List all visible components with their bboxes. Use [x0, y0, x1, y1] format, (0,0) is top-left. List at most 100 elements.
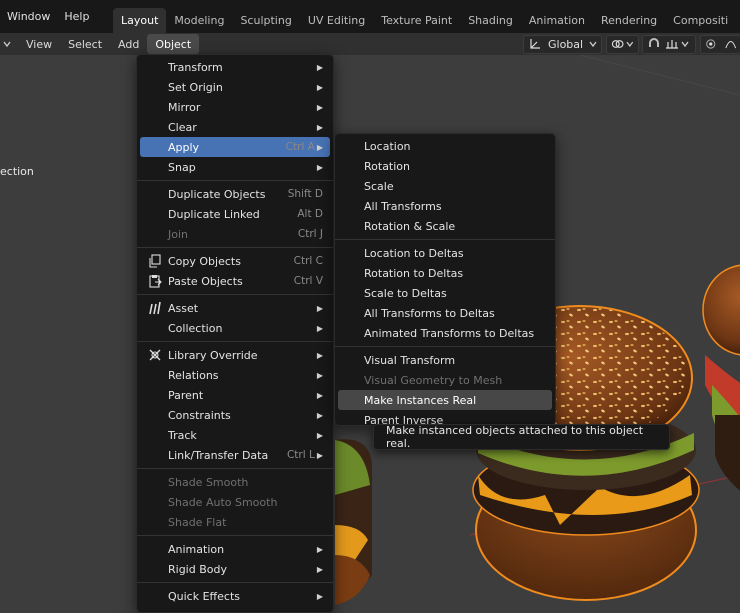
menu-separator [137, 535, 333, 536]
object-menu-item-parent[interactable]: Parent ▶ [137, 385, 333, 405]
object-menu-item-paste-objects[interactable]: Paste Objects Ctrl V [137, 271, 333, 291]
menu-item-label: Location to Deltas [364, 246, 464, 260]
menu-item-label: Paste Objects [168, 274, 243, 288]
apply-menu-item-make-instances-real[interactable]: Make Instances Real [338, 390, 552, 410]
apply-menu-item-location-to-deltas[interactable]: Location to Deltas [335, 243, 555, 263]
menu-item-shortcut: Alt D [297, 208, 323, 220]
object-menu-item-animation[interactable]: Animation ▶ [137, 539, 333, 559]
object-menu-item-shade-flat: Shade Flat [137, 512, 333, 532]
object-menu-item-snap[interactable]: Snap ▶ [137, 157, 333, 177]
asset-icon [148, 301, 162, 315]
object-menu-item-rigid-body[interactable]: Rigid Body ▶ [137, 559, 333, 579]
snap-increment-icon [666, 40, 678, 49]
menu-item-label: Transform [168, 60, 223, 74]
menu-item-label: Apply [168, 140, 200, 154]
menu-item-label: Relations [168, 368, 219, 382]
menu-add[interactable]: Add [110, 34, 147, 54]
tab-uv-editing[interactable]: UV Editing [300, 8, 373, 33]
proportional-editing-toggle[interactable] [700, 33, 740, 55]
object-menu-item-copy-objects[interactable]: Copy Objects Ctrl C [137, 251, 333, 271]
menu-item-shortcut: Ctrl A [285, 141, 315, 153]
tab-shading[interactable]: Shading [460, 8, 521, 33]
menu-item-label: Duplicate Linked [168, 207, 260, 221]
object-menu-item-duplicate-objects[interactable]: Duplicate Objects Shift D [137, 184, 333, 204]
menu-item-label: Location [364, 139, 411, 153]
object-menu-item-set-origin[interactable]: Set Origin ▶ [137, 77, 333, 97]
tab-sculpting[interactable]: Sculpting [232, 8, 299, 33]
menu-select[interactable]: Select [60, 34, 110, 54]
menu-separator [137, 294, 333, 295]
menu-help[interactable]: Help [57, 0, 96, 33]
menu-item-label: Scale [364, 179, 394, 193]
object-menu-item-duplicate-linked[interactable]: Duplicate Linked Alt D [137, 204, 333, 224]
left-burger [335, 439, 372, 605]
menu-item-shortcut: Ctrl L [286, 449, 315, 461]
object-menu-item-link-transfer-data[interactable]: Link/Transfer Data Ctrl L ▶ [137, 445, 333, 465]
chevron-down-icon [589, 41, 597, 48]
object-menu-item-track[interactable]: Track ▶ [137, 425, 333, 445]
tab-compositing[interactable]: Compositi [665, 8, 736, 33]
menu-item-label: Shade Smooth [168, 475, 249, 489]
snapping-controls[interactable] [642, 33, 696, 55]
pivot-point-dropdown[interactable] [606, 33, 639, 55]
object-menu-item-apply[interactable]: Apply Ctrl A ▶ [140, 137, 330, 157]
object-menu-item-collection[interactable]: Collection ▶ [137, 318, 333, 338]
apply-menu-item-location[interactable]: Location [335, 136, 555, 156]
menu-item-label: Link/Transfer Data [168, 448, 269, 462]
menu-item-label: Snap [168, 160, 196, 174]
apply-menu-item-all-transforms-to-deltas[interactable]: All Transforms to Deltas [335, 303, 555, 323]
submenu-arrow-icon: ▶ [316, 162, 323, 172]
object-menu-item-shade-smooth: Shade Smooth [137, 472, 333, 492]
menu-view[interactable]: View [18, 34, 60, 54]
object-menu-item-asset[interactable]: Asset ▶ [137, 298, 333, 318]
object-menu-item-library-override[interactable]: Library Override ▶ [137, 345, 333, 365]
menu-item-label: Animation [168, 542, 225, 556]
paste-icon [148, 274, 162, 288]
chevron-down-icon [681, 41, 689, 48]
tab-animation[interactable]: Animation [521, 8, 593, 33]
menu-item-label: Join [168, 227, 189, 241]
object-menu-item-constraints[interactable]: Constraints ▶ [137, 405, 333, 425]
submenu-arrow-icon: ▶ [316, 591, 323, 601]
apply-menu-item-scale[interactable]: Scale [335, 176, 555, 196]
menu-item-label: Duplicate Objects [168, 187, 266, 201]
copy-icon [148, 254, 162, 268]
apply-menu-item-rotation[interactable]: Rotation [335, 156, 555, 176]
apply-menu-item-rotation-and-scale[interactable]: Rotation & Scale [335, 216, 555, 236]
object-menu-item-mirror[interactable]: Mirror ▶ [137, 97, 333, 117]
menu-item-label: Animated Transforms to Deltas [364, 326, 535, 340]
submenu-arrow-icon: ▶ [316, 122, 323, 132]
object-menu-item-transform[interactable]: Transform ▶ [137, 57, 333, 77]
menu-item-label: Constraints [168, 408, 231, 422]
pivot-icon [611, 40, 624, 48]
submenu-arrow-icon: ▶ [316, 430, 323, 440]
object-menu-item-relations[interactable]: Relations ▶ [137, 365, 333, 385]
menu-separator [335, 346, 555, 347]
menu-item-label: Make Instances Real [364, 393, 477, 407]
menu-object[interactable]: Object [147, 34, 200, 54]
menu-item-label: Rotation to Deltas [364, 266, 464, 280]
submenu-arrow-icon: ▶ [316, 82, 323, 92]
apply-menu-item-rotation-to-deltas[interactable]: Rotation to Deltas [335, 263, 555, 283]
tab-texture-paint[interactable]: Texture Paint [373, 8, 460, 33]
magnet-icon [649, 38, 659, 47]
chevron-down-icon[interactable] [0, 34, 14, 54]
orientation-axes-icon [530, 39, 540, 49]
transform-orientation-dropdown[interactable]: Global [523, 33, 602, 55]
apply-menu-item-scale-to-deltas[interactable]: Scale to Deltas [335, 283, 555, 303]
apply-menu-item-all-transforms[interactable]: All Transforms [335, 196, 555, 216]
menu-item-label: Parent [168, 388, 204, 402]
tab-modeling[interactable]: Modeling [166, 8, 232, 33]
apply-menu-item-animated-transforms-to-deltas[interactable]: Animated Transforms to Deltas [335, 323, 555, 343]
menu-separator [137, 247, 333, 248]
menu-item-label: Scale to Deltas [364, 286, 447, 300]
apply-menu-item-visual-transform[interactable]: Visual Transform [335, 350, 555, 370]
tooltip: Make instanced objects attached to this … [373, 424, 670, 450]
object-menu-item-clear[interactable]: Clear ▶ [137, 117, 333, 137]
tab-layout[interactable]: Layout [113, 8, 167, 33]
menu-window[interactable]: Window [0, 0, 57, 33]
tab-rendering[interactable]: Rendering [593, 8, 665, 33]
menu-separator [137, 180, 333, 181]
object-menu-item-quick-effects[interactable]: Quick Effects ▶ [137, 586, 333, 606]
submenu-arrow-icon: ▶ [316, 544, 323, 554]
